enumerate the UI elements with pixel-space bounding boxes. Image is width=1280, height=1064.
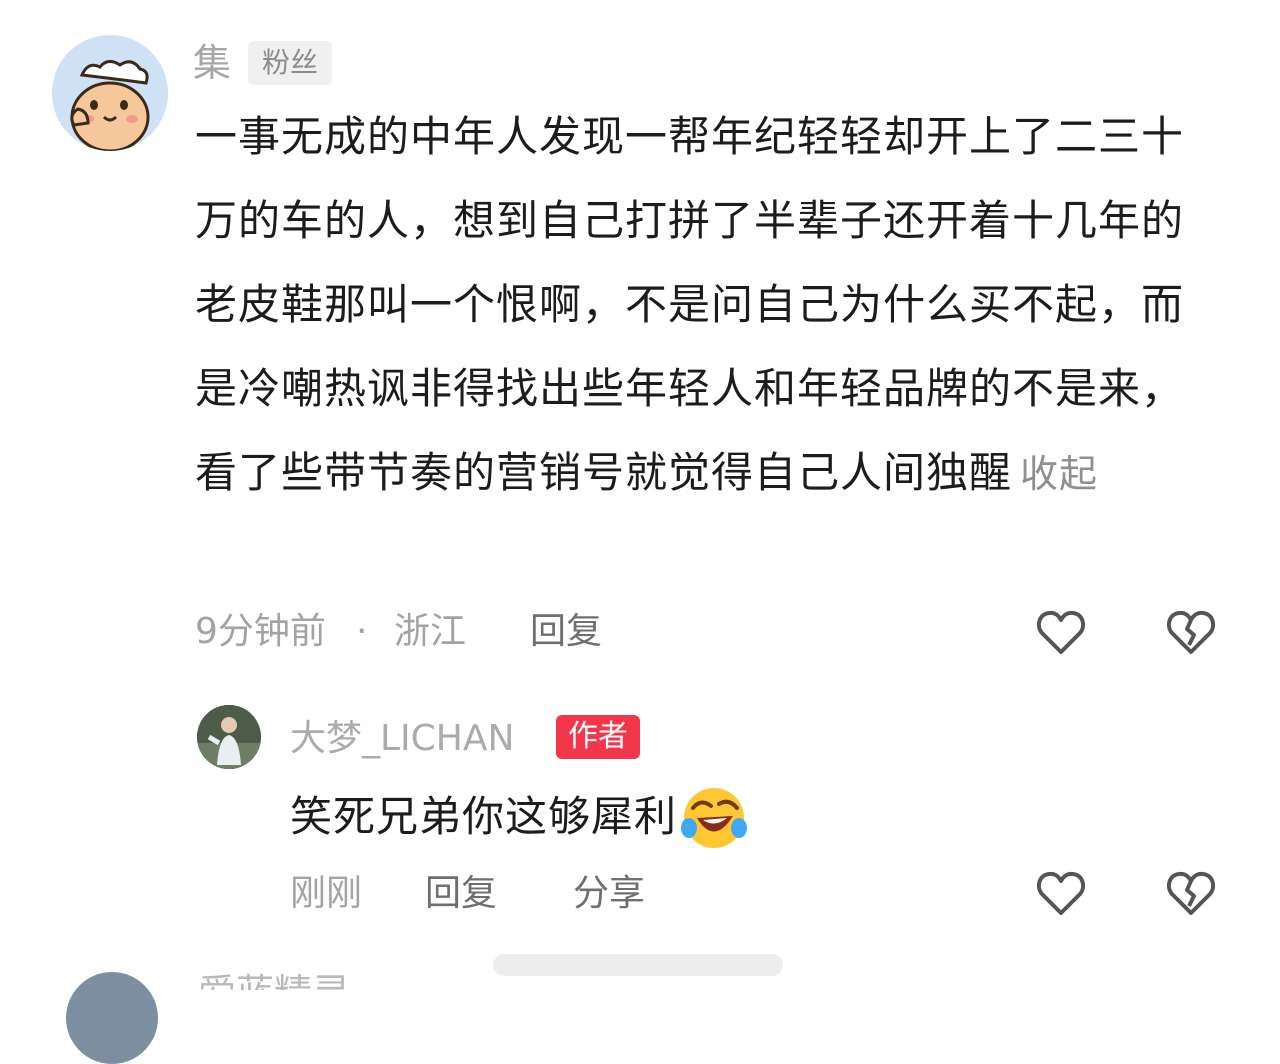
share-button[interactable]: 分享 [573, 870, 645, 918]
cartoon-dog-avatar-icon [52, 35, 168, 151]
reply-author-name[interactable]: 大梦_LICHAN [290, 714, 514, 764]
broken-heart-icon [1166, 610, 1216, 654]
photo-avatar-icon [197, 705, 261, 769]
reply-text-block: 笑死兄弟你这够犀利 [290, 782, 749, 852]
avatar[interactable] [52, 35, 168, 151]
comment-text-block: 一事无成的中年人发现一帮年纪轻轻却开上了二三十万的车的人，想到自己打拼了半辈子还… [195, 95, 1210, 516]
reply-like-button[interactable] [1034, 866, 1088, 920]
reply-dislike-button[interactable] [1164, 866, 1218, 920]
comment-author-name[interactable]: 集 [193, 38, 231, 88]
reply-avatar[interactable] [197, 705, 261, 769]
comment-location: 浙江 [394, 611, 467, 652]
collapse-link[interactable]: 收起 [1020, 452, 1098, 496]
heart-outline-icon [1036, 871, 1086, 915]
comment-time: 9分钟前 [195, 611, 326, 652]
broken-heart-icon [1166, 871, 1216, 915]
reply-time: 刚刚 [290, 873, 363, 914]
reply-text: 笑死兄弟你这够犀利 [290, 792, 678, 841]
reply-button[interactable]: 回复 [530, 608, 602, 656]
next-comment-author-name[interactable]: 爱蓝精灵 [198, 968, 350, 990]
laughing-crying-emoji-icon [679, 782, 749, 852]
comment-text: 一事无成的中年人发现一帮年纪轻轻却开上了二三十万的车的人，想到自己打拼了半辈子还… [195, 112, 1185, 497]
author-badge: 作者 [556, 715, 640, 759]
scroll-handle[interactable] [493, 954, 783, 976]
fan-badge: 粉丝 [248, 41, 333, 85]
next-comment-avatar[interactable] [66, 972, 158, 1064]
heart-outline-icon [1036, 610, 1086, 654]
meta-separator: · [356, 611, 368, 652]
like-button[interactable] [1034, 605, 1088, 659]
reply-reply-button[interactable]: 回复 [425, 870, 497, 918]
dislike-button[interactable] [1164, 605, 1218, 659]
